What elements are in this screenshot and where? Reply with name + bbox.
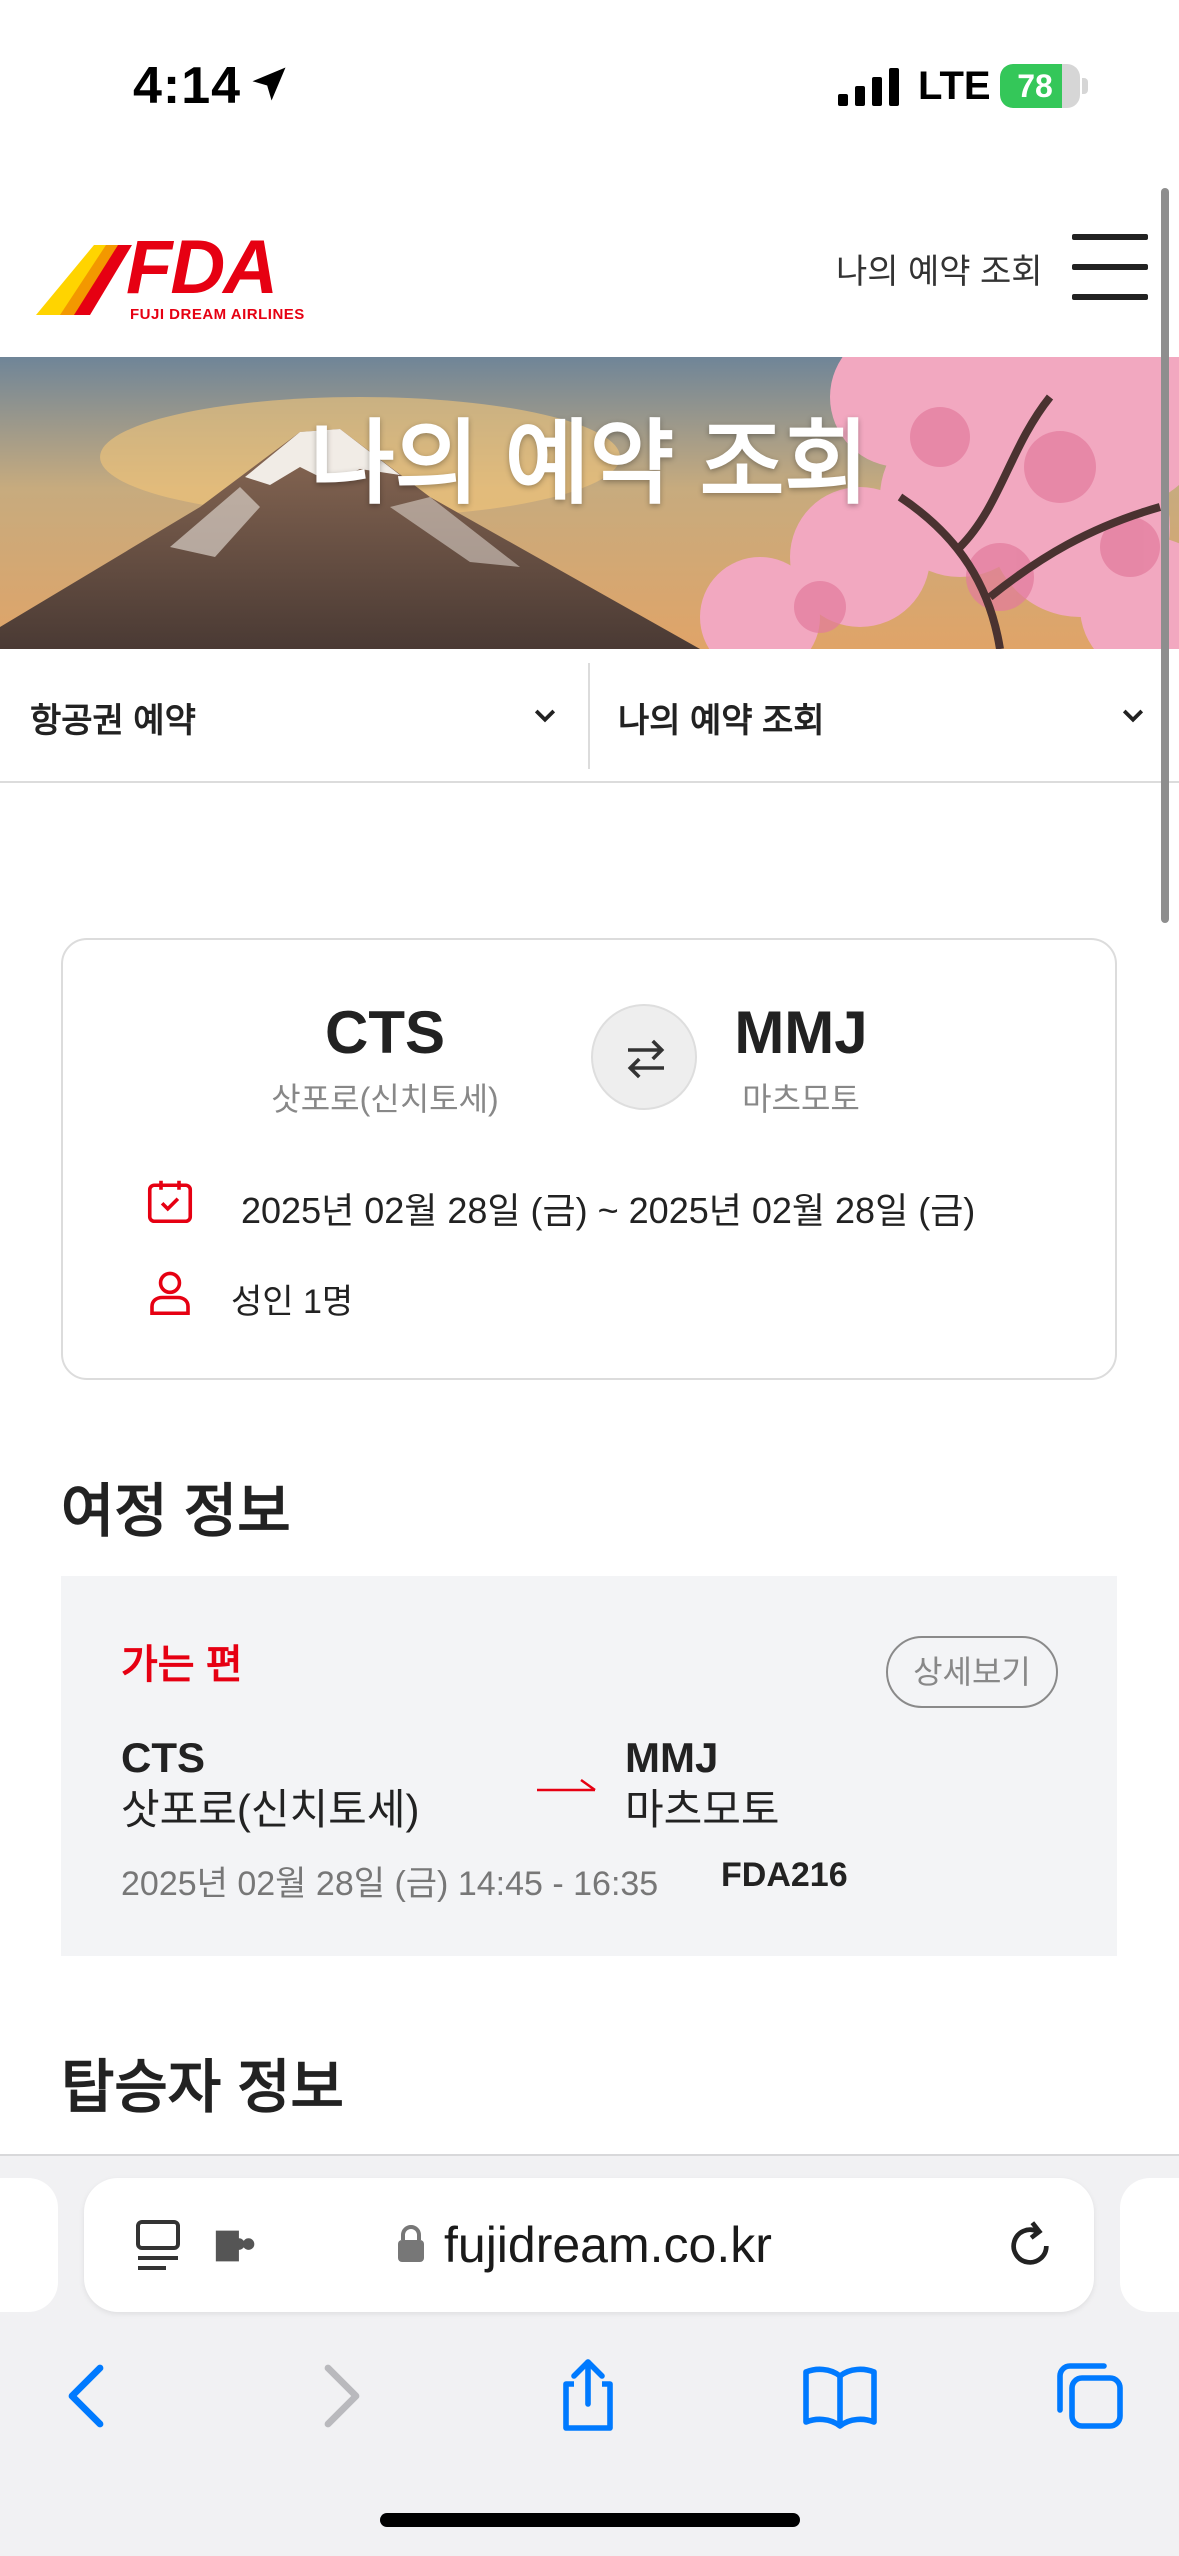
reader-mode-icon[interactable] [134, 2218, 182, 2274]
forward-icon[interactable] [300, 2356, 380, 2436]
extension-icon[interactable] [212, 2226, 262, 2266]
origin-code: CTS [325, 999, 445, 1066]
lock-icon [398, 2225, 424, 2262]
url-text[interactable]: fujidream.co.kr [444, 2216, 772, 2274]
search-summary-card: CTS 삿포로(신치토세) MMJ 마츠모토 2025년 02월 28일 (금)… [61, 938, 1117, 1380]
network-type: LTE [918, 64, 991, 108]
tab-label: 항공권 예약 [30, 702, 196, 740]
logo-stripes-icon [36, 245, 132, 315]
page-scrollbar[interactable] [1161, 188, 1169, 923]
logo-text: FDA [126, 225, 278, 310]
reload-icon[interactable] [1002, 2218, 1058, 2274]
hero-title: 나의 예약 조회 [310, 413, 869, 515]
segment-destination-city: 마츠모토 [625, 1786, 780, 1833]
address-bar[interactable]: fujidream.co.kr [84, 2178, 1094, 2312]
destination-city: 마츠모토 [742, 1081, 860, 1117]
battery-percent: 78 [1017, 68, 1053, 104]
share-icon[interactable] [548, 2356, 628, 2436]
bookmarks-icon[interactable] [800, 2356, 880, 2436]
site-header: FDA FUJI DREAM AIRLINES 나의 예약 조회 [0, 200, 1179, 357]
segment-destination-code: MMJ [625, 1734, 719, 1781]
tabs-overview-icon[interactable] [1050, 2356, 1130, 2436]
back-icon[interactable] [48, 2356, 128, 2436]
logo-subtitle: FUJI DREAM AIRLINES [130, 306, 305, 323]
passenger-count: 성인 1명 [231, 1283, 354, 1321]
cellular-signal-icon [838, 68, 899, 106]
hamburger-menu-icon[interactable] [1072, 234, 1148, 300]
itinerary-card: 가는 편 상세보기 CTS 삿포로(신치토세) MMJ 마츠모토 2025년 0… [61, 1576, 1117, 1956]
chevron-down-icon [1122, 709, 1144, 723]
arrow-right-icon [537, 1778, 596, 1792]
calendar-check-icon [147, 1180, 193, 1224]
status-bar: 4:14 LTE 78 [0, 0, 1179, 160]
origin-city: 삿포로(신치토세) [271, 1081, 499, 1117]
chevron-down-icon [534, 709, 556, 723]
previous-tab-preview[interactable] [0, 2178, 58, 2312]
tab-flight-booking[interactable]: 항공권 예약 [0, 649, 588, 781]
swap-arrows-icon [627, 1039, 665, 1079]
fda-logo[interactable]: FDA FUJI DREAM AIRLINES [34, 220, 305, 323]
hero-banner: 나의 예약 조회 [0, 357, 1179, 649]
battery-icon: 78 [1000, 64, 1088, 108]
location-arrow-icon [252, 67, 286, 101]
travel-date-range: 2025년 02월 28일 (금) ~ 2025년 02월 28일 (금) [241, 1190, 976, 1231]
swap-route-button[interactable] [591, 1004, 697, 1110]
tab-label: 나의 예약 조회 [618, 702, 825, 740]
section-tabs: 항공권 예약 나의 예약 조회 [0, 649, 1179, 783]
outbound-label: 가는 편 [121, 1643, 243, 1687]
my-booking-link[interactable]: 나의 예약 조회 [836, 244, 1043, 293]
view-details-button[interactable]: 상세보기 [886, 1636, 1058, 1708]
flight-number: FDA216 [721, 1856, 848, 1894]
tab-my-booking[interactable]: 나의 예약 조회 [590, 649, 1179, 781]
destination-code: MMJ [734, 999, 868, 1066]
person-icon [150, 1271, 190, 1316]
passenger-section-title: 탑승자 정보 [61, 2055, 344, 2120]
segment-origin-city: 삿포로(신치토세) [121, 1786, 420, 1833]
itinerary-section-title: 여정 정보 [61, 1479, 291, 1544]
next-tab-preview[interactable] [1120, 2178, 1179, 2312]
status-time: 4:14 [133, 57, 242, 115]
segment-origin-code: CTS [121, 1734, 205, 1781]
home-indicator [380, 2513, 800, 2527]
browser-toolbar: fujidream.co.kr [0, 2154, 1179, 2556]
flight-datetime: 2025년 02월 28일 (금) 14:45 - 16:35 [121, 1865, 659, 1903]
